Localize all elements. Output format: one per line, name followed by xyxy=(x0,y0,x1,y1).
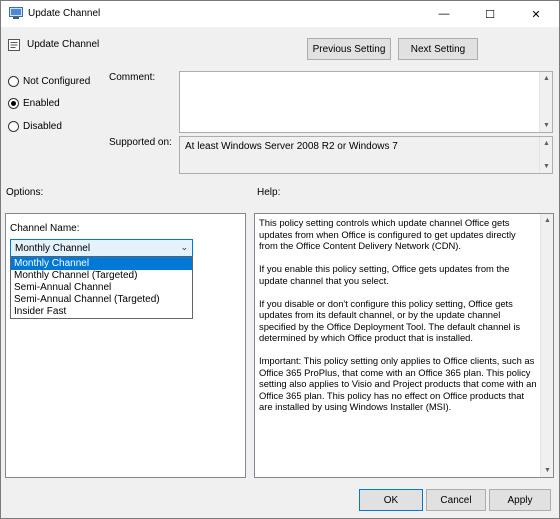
supported-on-field: At least Windows Server 2008 R2 or Windo… xyxy=(179,136,553,174)
ok-button[interactable]: OK xyxy=(359,489,423,511)
radio-label: Disabled xyxy=(23,121,62,132)
radio-indicator[interactable] xyxy=(8,76,19,87)
radio-enabled[interactable]: Enabled xyxy=(8,98,60,109)
channel-name-dropdown[interactable]: Monthly Channel ⌄ xyxy=(10,239,193,257)
setting-title: Update Channel xyxy=(27,39,100,50)
channel-dropdown-list: Monthly Channel Monthly Channel (Targete… xyxy=(10,257,193,319)
close-icon: ✕ xyxy=(531,8,541,21)
radio-disabled[interactable]: Disabled xyxy=(8,121,62,132)
scroll-up-icon[interactable]: ▲ xyxy=(542,74,551,83)
window-title: Update Channel xyxy=(28,8,101,19)
help-paragraph: If you enable this policy setting, Offic… xyxy=(259,263,510,286)
dropdown-option-insider-fast[interactable]: Insider Fast xyxy=(11,306,192,318)
supported-scrollbar[interactable]: ▲ ▼ xyxy=(539,137,552,173)
scroll-up-icon[interactable]: ▲ xyxy=(542,139,551,148)
previous-setting-button[interactable]: Previous Setting xyxy=(307,38,391,60)
policy-dialog: Update Channel — ☐ ✕ Update Channel Prev… xyxy=(0,0,560,519)
scroll-down-icon[interactable]: ▼ xyxy=(543,466,552,475)
radio-indicator[interactable] xyxy=(8,98,19,109)
minimize-button[interactable]: — xyxy=(421,1,467,27)
comment-scrollbar[interactable]: ▲ ▼ xyxy=(539,72,552,132)
apply-button[interactable]: Apply xyxy=(489,489,551,511)
scroll-down-icon[interactable]: ▼ xyxy=(542,121,551,130)
help-paragraph: If you disable or don't configure this p… xyxy=(259,297,521,344)
radio-label: Not Configured xyxy=(23,76,91,87)
title-bar[interactable]: Update Channel — ☐ ✕ xyxy=(1,1,559,27)
channel-name-label: Channel Name: xyxy=(10,223,80,234)
help-text: This policy setting controls which updat… xyxy=(259,217,537,424)
supported-on-value: At least Windows Server 2008 R2 or Windo… xyxy=(185,141,398,152)
policy-editor-icon xyxy=(9,7,23,19)
help-paragraph: This policy setting controls which updat… xyxy=(259,217,516,251)
options-label: Options: xyxy=(6,187,44,198)
minimize-icon: — xyxy=(438,8,450,20)
dropdown-option-monthly-channel[interactable]: Monthly Channel xyxy=(11,258,192,270)
comment-field[interactable]: ▲ ▼ xyxy=(179,71,553,133)
help-label: Help: xyxy=(257,187,281,198)
options-panel: Channel Name: Monthly Channel ⌄ Monthly … xyxy=(5,213,246,478)
supported-on-label: Supported on: xyxy=(109,137,172,148)
scroll-up-icon[interactable]: ▲ xyxy=(543,216,552,225)
help-paragraph: Important: This policy setting only appl… xyxy=(259,355,537,412)
close-button[interactable]: ✕ xyxy=(513,1,559,27)
setting-icon xyxy=(8,39,20,51)
next-setting-button[interactable]: Next Setting xyxy=(398,38,478,60)
comment-label: Comment: xyxy=(109,72,156,83)
help-panel: This policy setting controls which updat… xyxy=(254,213,554,478)
cancel-button[interactable]: Cancel xyxy=(426,489,486,511)
maximize-button[interactable]: ☐ xyxy=(467,1,513,27)
dropdown-value: Monthly Channel xyxy=(15,242,91,254)
dropdown-option-monthly-channel-targeted[interactable]: Monthly Channel (Targeted) xyxy=(11,270,192,282)
chevron-down-icon[interactable]: ⌄ xyxy=(180,242,188,253)
dropdown-option-semi-annual-channel-targeted[interactable]: Semi-Annual Channel (Targeted) xyxy=(11,294,192,306)
radio-not-configured[interactable]: Not Configured xyxy=(8,76,90,87)
help-scrollbar[interactable]: ▲ ▼ xyxy=(540,214,553,477)
dropdown-option-semi-annual-channel[interactable]: Semi-Annual Channel xyxy=(11,282,192,294)
scroll-down-icon[interactable]: ▼ xyxy=(542,162,551,171)
radio-label: Enabled xyxy=(23,98,60,109)
radio-indicator[interactable] xyxy=(8,121,19,132)
maximize-icon: ☐ xyxy=(485,8,495,21)
